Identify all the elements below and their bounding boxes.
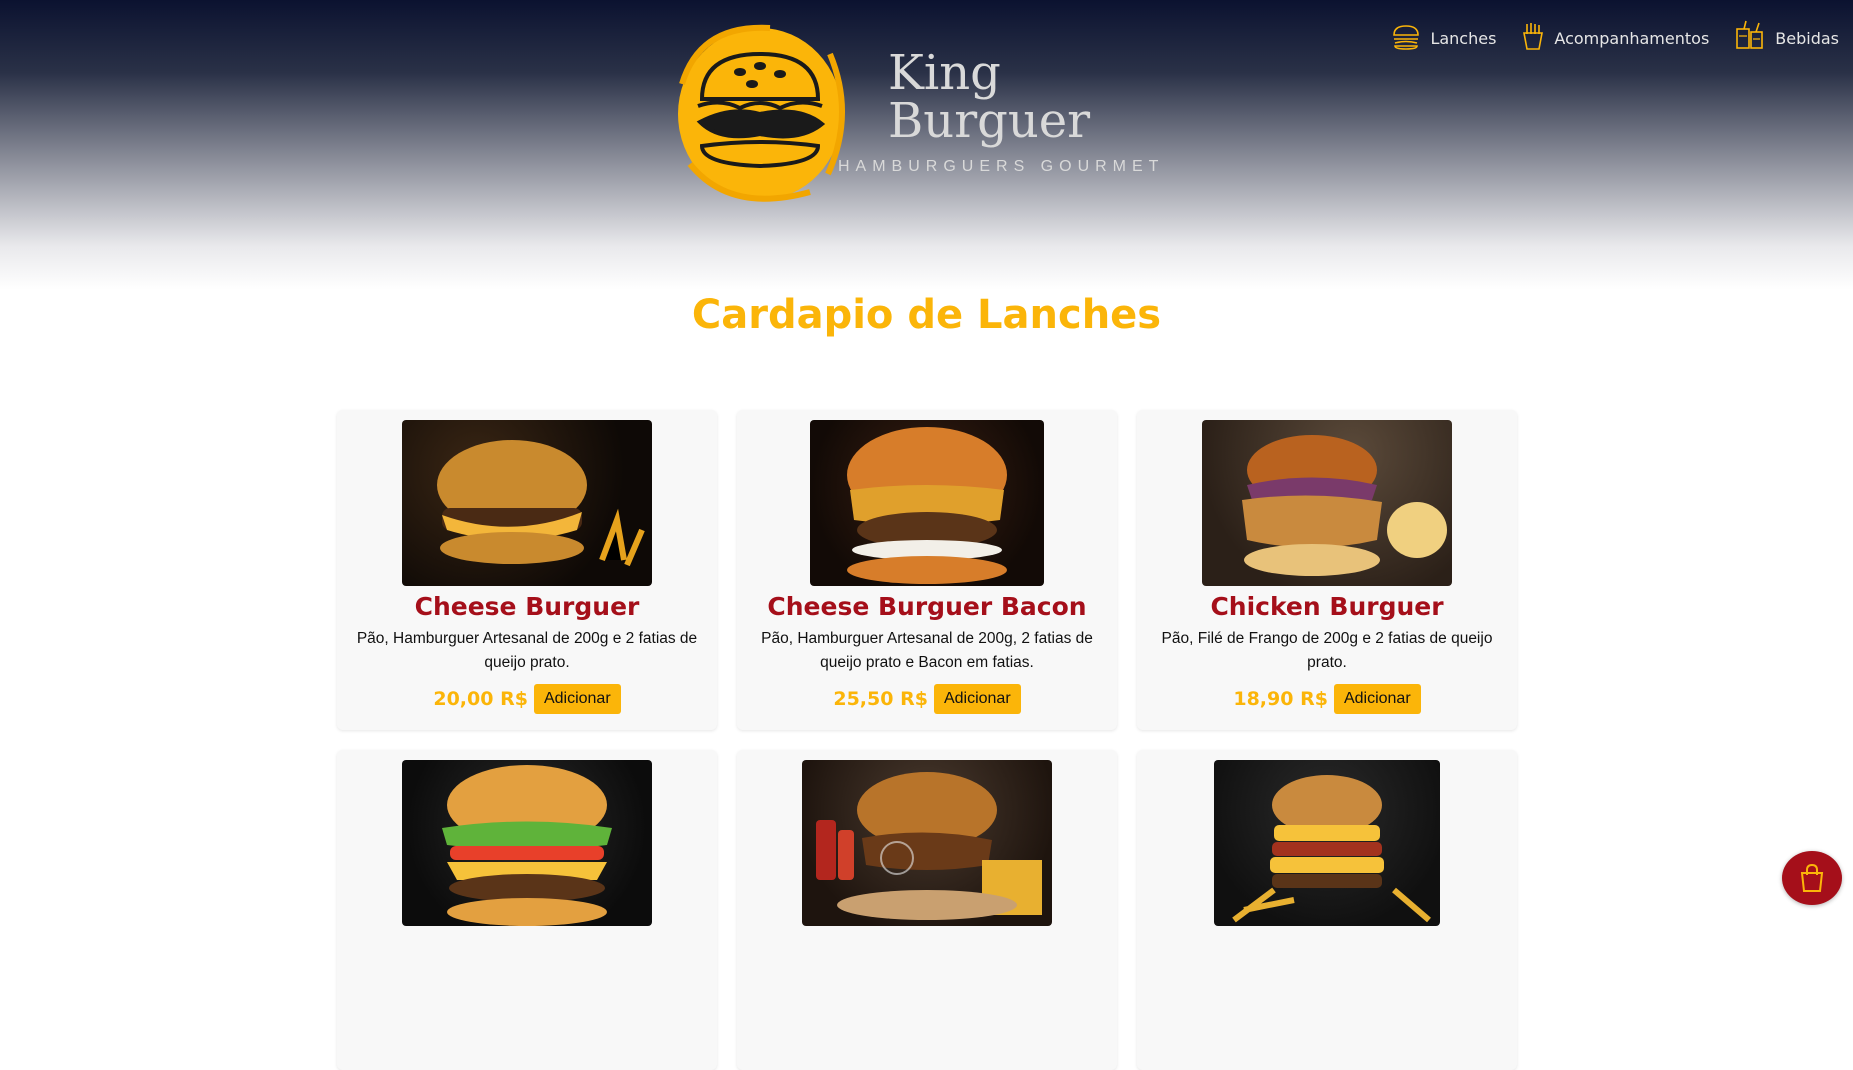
- brand-tagline: HAMBURGUERS GOURMET: [838, 158, 1164, 175]
- product-photo: [810, 420, 1044, 586]
- fries-icon: [1523, 23, 1544, 50]
- drinks-icon: [1736, 20, 1764, 49]
- burger-photo-icon: [437, 440, 645, 567]
- product-name: Cheese Burguer: [414, 592, 640, 621]
- header: King Burguer HAMBURGUERS GOURMET Lanches…: [0, 0, 1853, 290]
- shopping-bag-icon: [1800, 864, 1824, 892]
- nav-label-lanches: Lanches: [1430, 29, 1497, 48]
- burger-photo-icon: [1242, 435, 1447, 576]
- product-name: Cheese Burguer Bacon: [767, 592, 1087, 621]
- product-card: [737, 750, 1117, 1070]
- product-buy-row: 25,50 R$ Adicionar: [833, 684, 1021, 714]
- add-to-cart-button[interactable]: Adicionar: [933, 684, 1021, 714]
- product-price: 18,90 R$: [1233, 688, 1328, 710]
- product-price: 25,50 R$: [833, 688, 928, 710]
- burger-photo-icon: [816, 772, 1042, 920]
- product-buy-row: 18,90 R$ Adicionar: [1233, 684, 1421, 714]
- product-card: Chicken Burguer Pão, Filé de Frango de 2…: [1137, 410, 1517, 730]
- product-price: 20,00 R$: [433, 688, 528, 710]
- nav-item-lanches[interactable]: Lanches: [1392, 20, 1496, 50]
- add-to-cart-button[interactable]: Adicionar: [1333, 684, 1421, 714]
- product-card: [1137, 750, 1517, 1070]
- product-card: [337, 750, 717, 1070]
- product-description: Pão, Hamburguer Artesanal de 200g e 2 fa…: [356, 630, 698, 671]
- add-to-cart-button[interactable]: Adicionar: [533, 684, 621, 714]
- product-name: Chicken Burguer: [1210, 592, 1444, 621]
- page-title: Cardapio de Lanches: [691, 292, 1162, 338]
- product-photo: [1202, 420, 1452, 586]
- nav-item-bebidas[interactable]: Bebidas: [1735, 20, 1839, 50]
- burger-photo-icon: [1232, 775, 1431, 923]
- burger-photo-icon: [442, 765, 612, 926]
- product-description: Pão, Hamburguer Artesanal de 200g, 2 fat…: [761, 630, 1093, 671]
- product-photo: [802, 760, 1052, 926]
- product-photo: [402, 760, 652, 926]
- product-photo: [402, 420, 652, 586]
- product-buy-row: 20,00 R$ Adicionar: [433, 684, 621, 714]
- product-card: Cheese Burguer Pão, Hamburguer Artesanal…: [337, 410, 717, 730]
- nav-label-acompanhamentos: Acompanhamentos: [1554, 29, 1710, 48]
- product-card: Cheese Burguer Bacon Pão, Hamburguer Art…: [737, 410, 1117, 730]
- brand-name-line2: Burguer: [888, 93, 1090, 149]
- product-description: Pão, Filé de Frango de 200g e 2 fatias d…: [1161, 630, 1493, 671]
- nav-label-bebidas: Bebidas: [1775, 29, 1839, 48]
- nav-item-acompanhamentos[interactable]: Acompanhamentos: [1522, 20, 1709, 50]
- main-nav: Lanches Acompanhamentos Bebidas: [1392, 20, 1853, 50]
- cart-button[interactable]: [1782, 851, 1842, 905]
- burger-photo-icon: [847, 427, 1007, 584]
- brand-logo[interactable]: King Burguer HAMBURGUERS GOURMET: [660, 14, 1200, 219]
- product-grid: Cheese Burguer Pão, Hamburguer Artesanal…: [337, 410, 1517, 1070]
- product-photo: [1214, 760, 1440, 926]
- burger-icon: [1393, 25, 1420, 50]
